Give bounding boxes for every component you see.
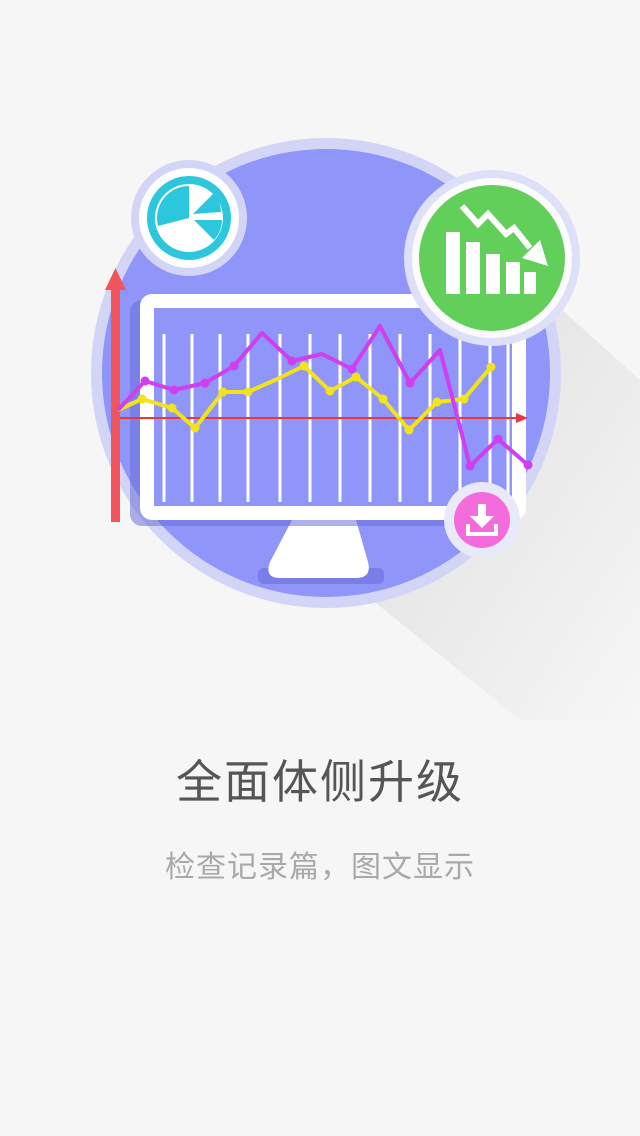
monitor-chart-illustration [91, 138, 640, 720]
onboarding-title: 全面体侧升级 [176, 755, 464, 809]
onboarding-screen: 全面体侧升级 检查记录篇，图文显示 [0, 0, 640, 1136]
onboarding-subtitle: 检查记录篇，图文显示 [165, 850, 475, 885]
bar-chart-down-icon [404, 170, 580, 346]
vertical-axis-bar [111, 286, 120, 522]
pie-chart-icon [131, 160, 247, 276]
download-icon [444, 482, 520, 558]
